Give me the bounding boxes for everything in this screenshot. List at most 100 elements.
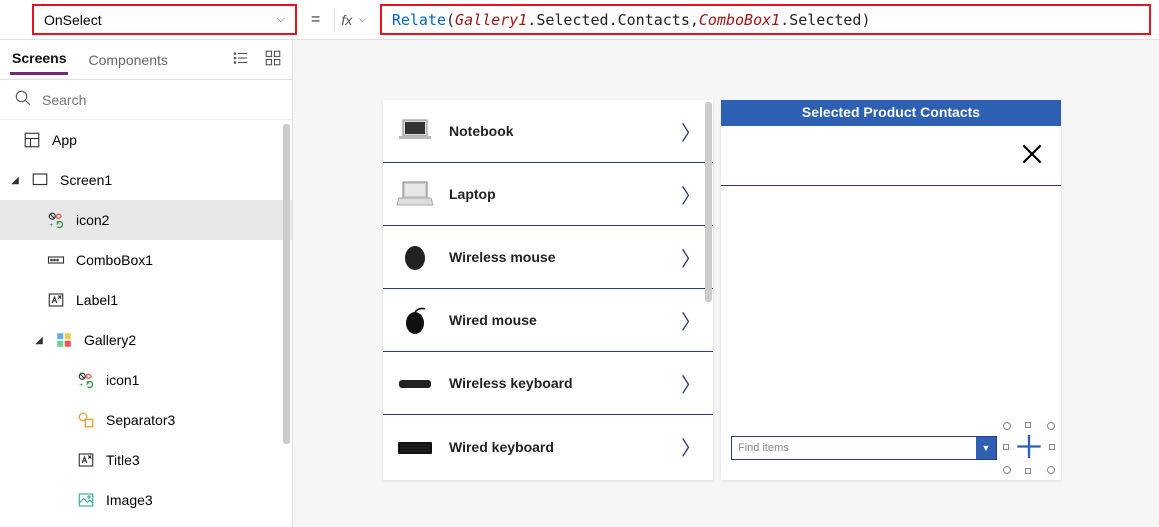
canvas-area[interactable]: Notebook 〉 Laptop 〉 Wireless mouse 〉 Wir… — [293, 40, 1159, 527]
property-name: OnSelect — [44, 12, 102, 28]
chevron-right-icon[interactable]: 〉 — [681, 243, 701, 272]
tree-node-gallery2[interactable]: ◢ Gallery2 — [0, 320, 292, 360]
label-icon — [46, 290, 66, 310]
gallery-item[interactable]: Wired mouse 〉 — [383, 289, 713, 352]
scrollbar[interactable] — [705, 102, 712, 302]
tab-components[interactable]: Components — [86, 46, 169, 74]
close-icon[interactable] — [1019, 141, 1045, 170]
chevron-right-icon[interactable]: 〉 — [681, 180, 701, 209]
tab-screens[interactable]: Screens — [10, 44, 68, 75]
scrollbar[interactable] — [283, 124, 290, 444]
plus-icon — [1015, 433, 1043, 464]
tree-label: Separator3 — [106, 412, 175, 428]
contacts-panel: Selected Product Contacts Find items ▼ — [721, 100, 1061, 480]
tree-node-icon2[interactable]: + icon2 — [0, 200, 292, 240]
tree-node-separator3[interactable]: Separator3 — [0, 400, 292, 440]
panel-tabs: Screens Components — [0, 40, 292, 80]
app-icon — [22, 130, 42, 150]
tree-node-icon1[interactable]: + icon1 — [0, 360, 292, 400]
chevron-right-icon[interactable]: 〉 — [681, 306, 701, 335]
list-view-icon[interactable] — [232, 49, 250, 70]
formula-token-gallery1: Gallery1 — [455, 11, 527, 29]
tree-panel: Screens Components App ◢ Screen1 — [0, 40, 293, 527]
gallery-item[interactable]: Notebook 〉 — [383, 100, 713, 163]
selection-handle[interactable] — [1047, 466, 1055, 474]
selection-handle[interactable] — [1003, 422, 1011, 430]
control-icon: + — [46, 210, 66, 230]
gallery-item[interactable]: Wireless keyboard 〉 — [383, 352, 713, 415]
combobox-icon — [46, 250, 66, 270]
product-image — [395, 179, 435, 209]
tree-node-app[interactable]: App — [0, 120, 292, 160]
contacts-header: Selected Product Contacts — [721, 100, 1061, 126]
chevron-right-icon[interactable]: 〉 — [681, 117, 701, 146]
combobox-placeholder: Find items — [738, 442, 789, 454]
label-icon — [76, 450, 96, 470]
combobox-find-items[interactable]: Find items ▼ — [731, 436, 997, 460]
svg-text:+: + — [49, 222, 53, 229]
equals-label: = — [311, 11, 320, 29]
tree-node-title3[interactable]: Title3 — [0, 440, 292, 480]
search-row — [0, 80, 292, 120]
chevron-down-icon[interactable]: ▼ — [976, 437, 996, 459]
contacts-row — [721, 126, 1061, 186]
tree-label: icon1 — [106, 372, 139, 388]
tree-label: ComboBox1 — [76, 252, 153, 268]
image-icon — [76, 490, 96, 510]
tree-label: icon2 — [76, 212, 109, 228]
svg-text:+: + — [79, 382, 83, 389]
search-icon — [14, 89, 32, 110]
product-image — [395, 305, 435, 335]
tree-label: Screen1 — [60, 172, 112, 188]
product-title: Notebook — [449, 123, 667, 139]
selection-handle[interactable] — [1003, 466, 1011, 474]
separator-icon — [76, 410, 96, 430]
tree-label: Title3 — [106, 452, 140, 468]
add-icon-selected[interactable] — [1007, 426, 1051, 470]
tree-node-label1[interactable]: Label1 — [0, 280, 292, 320]
formula-input[interactable]: Relate( Gallery1.Selected.Contacts, Comb… — [380, 4, 1151, 35]
expander-icon[interactable]: ◢ — [10, 175, 20, 186]
selection-handle[interactable] — [1049, 444, 1055, 450]
gallery-icon — [54, 330, 74, 350]
product-image — [395, 368, 435, 398]
tree-label: Label1 — [76, 292, 118, 308]
formula-token-func: Relate — [392, 11, 446, 29]
grid-view-icon[interactable] — [264, 49, 282, 70]
tree-node-screen1[interactable]: ◢ Screen1 — [0, 160, 292, 200]
formula-bar: OnSelect ⌵ = fx ⌵ Relate( Gallery1.Selec… — [0, 0, 1159, 40]
tree-label: Image3 — [106, 492, 153, 508]
fx-indicator[interactable]: fx ⌵ — [334, 8, 371, 32]
control-icon: + — [76, 370, 96, 390]
property-dropdown[interactable]: OnSelect ⌵ — [32, 4, 297, 35]
formula-token-combobox1: ComboBox1 — [699, 11, 780, 29]
chevron-right-icon[interactable]: 〉 — [681, 432, 701, 461]
chevron-down-icon: ⌵ — [277, 13, 285, 26]
gallery-item[interactable]: Laptop 〉 — [383, 163, 713, 226]
selection-handle[interactable] — [1025, 468, 1031, 474]
selection-handle[interactable] — [1003, 444, 1009, 450]
tree-label: App — [52, 132, 77, 148]
product-title: Wired keyboard — [449, 439, 667, 455]
product-gallery[interactable]: Notebook 〉 Laptop 〉 Wireless mouse 〉 Wir… — [383, 100, 713, 480]
product-image — [395, 242, 435, 272]
tree-label: Gallery2 — [84, 332, 136, 348]
tree-view: App ◢ Screen1 + icon2 ComboBox1 Label1 — [0, 120, 292, 527]
tree-node-combobox1[interactable]: ComboBox1 — [0, 240, 292, 280]
selection-handle[interactable] — [1025, 422, 1031, 428]
search-input[interactable] — [42, 92, 278, 108]
product-image — [395, 432, 435, 462]
product-title: Wireless mouse — [449, 249, 667, 265]
selection-handle[interactable] — [1047, 422, 1055, 430]
chevron-right-icon[interactable]: 〉 — [681, 369, 701, 398]
gallery-item[interactable]: Wireless mouse 〉 — [383, 226, 713, 289]
expander-icon[interactable]: ◢ — [34, 335, 44, 346]
product-title: Wireless keyboard — [449, 375, 667, 391]
screen-icon — [30, 170, 50, 190]
product-title: Wired mouse — [449, 312, 667, 328]
product-title: Laptop — [449, 186, 667, 202]
chevron-down-icon: ⌵ — [358, 14, 366, 25]
product-image — [395, 116, 435, 146]
gallery-item[interactable]: Wired keyboard 〉 — [383, 415, 713, 478]
tree-node-image3[interactable]: Image3 — [0, 480, 292, 520]
